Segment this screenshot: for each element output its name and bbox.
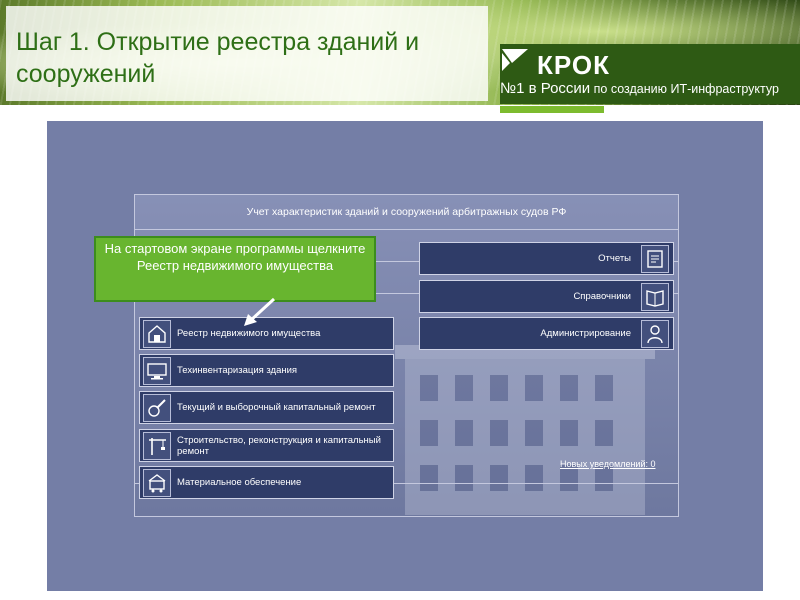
tile-label: Справочники bbox=[573, 291, 631, 302]
brand-slogan-rest: по созданию ИТ-инфраструктур bbox=[590, 82, 779, 96]
brand-slogan-prefix: №1 в России bbox=[500, 80, 591, 97]
arrow-icon bbox=[244, 297, 276, 326]
notifications-link[interactable]: Новых уведомлений: 0 bbox=[560, 459, 655, 469]
tile-administration[interactable]: Администрирование bbox=[419, 317, 674, 350]
brand-name: КРОК bbox=[537, 50, 610, 80]
report-icon bbox=[641, 244, 669, 273]
tile-label: Администрирование bbox=[540, 328, 631, 339]
tile-tech-inventory[interactable]: Техинвентаризация здания bbox=[139, 354, 394, 387]
brand-underline bbox=[500, 106, 604, 113]
tile-label: Отчеты bbox=[598, 253, 631, 264]
tile-label: Текущий и выборочный капитальный ремонт bbox=[177, 402, 376, 413]
tile-directories[interactable]: Справочники bbox=[419, 280, 674, 313]
admin-user-icon bbox=[641, 319, 669, 348]
crane-icon bbox=[143, 431, 171, 460]
book-icon bbox=[641, 282, 669, 311]
krok-logo-icon bbox=[502, 49, 528, 71]
tile-label: Строительство, реконструкция и капитальн… bbox=[177, 434, 381, 457]
supply-cart-icon bbox=[143, 468, 171, 497]
repair-tools-icon bbox=[143, 393, 171, 422]
building-registry-icon bbox=[143, 319, 171, 348]
app-title: Учет характеристик зданий и сооружений а… bbox=[135, 195, 678, 230]
tile-material-supply[interactable]: Материальное обеспечение bbox=[139, 466, 394, 499]
instruction-callout: На стартовом экране программы щелкните Р… bbox=[94, 236, 376, 302]
tile-current-repair[interactable]: Текущий и выборочный капитальный ремонт bbox=[139, 391, 394, 424]
tile-reports[interactable]: Отчеты bbox=[419, 242, 674, 275]
monitor-icon bbox=[143, 356, 171, 385]
tile-label: Реестр недвижимого имущества bbox=[177, 328, 321, 339]
tile-construction[interactable]: Строительство, реконструкция и капитальн… bbox=[139, 429, 394, 462]
brand-slogan: №1 в России по созданию ИТ-инфраструктур bbox=[500, 80, 779, 97]
slide-title: Шаг 1. Открытие реестра зданий и сооруже… bbox=[16, 28, 420, 88]
slide-title-box: Шаг 1. Открытие реестра зданий и сооруже… bbox=[6, 6, 488, 101]
tile-label: Материальное обеспечение bbox=[177, 477, 302, 488]
tile-label: Техинвентаризация здания bbox=[177, 365, 298, 376]
